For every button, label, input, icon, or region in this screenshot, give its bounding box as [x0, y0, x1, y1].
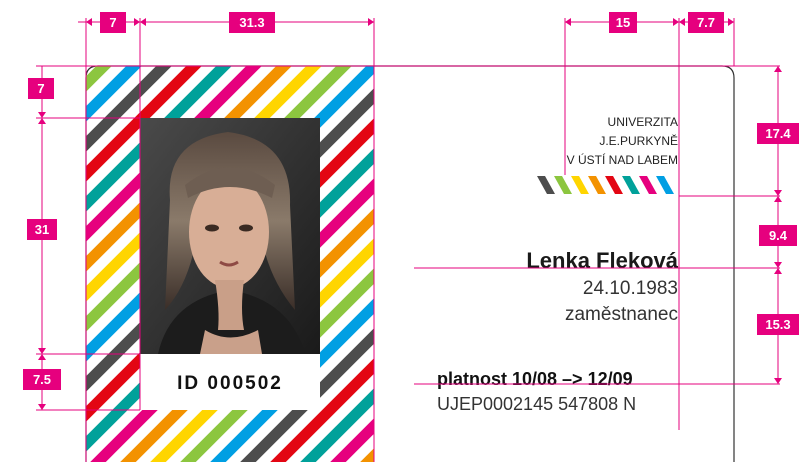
svg-text:7.5: 7.5	[33, 372, 51, 387]
dim-label-id-strip-height: 7.5	[23, 369, 61, 390]
person-portrait-icon	[140, 118, 320, 354]
validity-label: platnost 10/08 –> 12/09	[437, 369, 633, 389]
dim-label-name-gap: 9.4	[759, 225, 797, 246]
svg-text:17.4: 17.4	[765, 126, 791, 141]
card-code: UJEP0002145 547808 N	[437, 394, 636, 414]
role-label: zaměstnanec	[565, 304, 678, 325]
dim-label-text-block: 15.3	[757, 314, 799, 335]
svg-text:9.4: 9.4	[769, 228, 788, 243]
dim-label-logo-width: 15	[609, 12, 637, 33]
dim-label-logo-top: 17.4	[757, 123, 799, 144]
svg-text:31.3: 31.3	[239, 15, 264, 30]
university-line-3: V ÚSTÍ NAD LABEM	[567, 152, 678, 167]
university-line-2: J.E.PURKYNĚ	[599, 133, 678, 148]
svg-text:7.7: 7.7	[697, 15, 715, 30]
id-number: ID 000502	[177, 373, 283, 394]
svg-text:31: 31	[35, 222, 49, 237]
svg-text:7: 7	[37, 81, 44, 96]
dim-label-right-margin: 7.7	[688, 12, 724, 33]
svg-text:15: 15	[616, 15, 630, 30]
svg-text:7: 7	[109, 15, 116, 30]
holder-name: Lenka Fleková	[526, 248, 678, 273]
university-line-1: UNIVERZITA	[608, 115, 678, 129]
svg-text:15.3: 15.3	[765, 317, 790, 332]
dim-label-left-top-margin: 7	[28, 78, 54, 99]
card-dimension-diagram: ID 000502 UNIVERZITA J.E.PURKYNĚ V ÚSTÍ …	[23, 12, 799, 462]
birth-date: 24.10.1983	[583, 278, 678, 299]
dim-label-top-left-margin: 7	[100, 12, 126, 33]
dim-label-photo-width: 31.3	[229, 12, 275, 33]
dim-label-photo-height: 31	[27, 219, 57, 240]
